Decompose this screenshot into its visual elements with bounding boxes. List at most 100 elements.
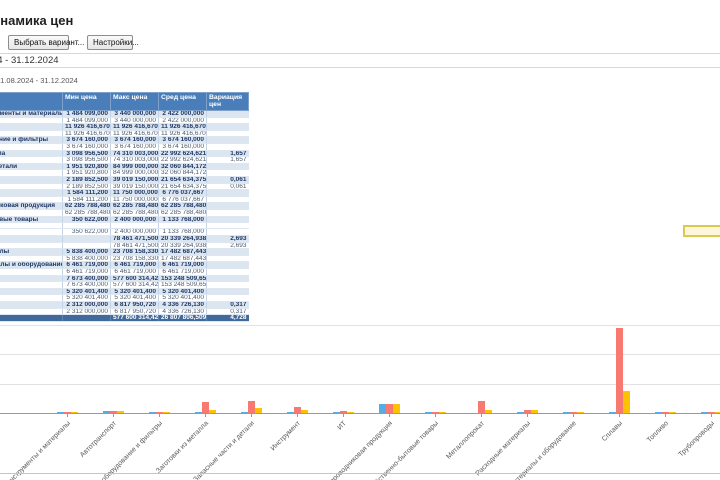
table-row[interactable]: Расходные материалы5 838 400,00023 708 1…	[0, 248, 249, 256]
table-cell	[206, 268, 249, 276]
bar-Сред цена[interactable]	[576, 411, 584, 413]
bar-Мин цена[interactable]	[56, 411, 64, 413]
bar-Сред цена[interactable]	[530, 410, 538, 413]
table-row[interactable]: 11 926 416,670 11 926 416,670 11 926 416,6…	[0, 130, 249, 138]
bar-Макс цена[interactable]	[385, 403, 393, 413]
column-header-max: Макс цена	[110, 92, 159, 111]
table-cell: 5 320 401,400	[62, 294, 111, 302]
table-row[interactable]: Весовое оборудование и фильтры3 674 160,…	[0, 136, 249, 144]
bar-Макс цена[interactable]	[431, 411, 439, 413]
table-row[interactable]: 6 461 719,000 6 461 719,000 6 461 719,000	[0, 268, 249, 276]
table-row[interactable]: Автотранспорт11 926 416,67011 926 416,67…	[0, 123, 249, 131]
highlighted-cell[interactable]	[683, 225, 720, 237]
page-title: Динамика цен	[0, 13, 74, 28]
bar-Сред цена[interactable]	[116, 411, 124, 413]
bar-Сред цена[interactable]	[346, 411, 354, 413]
table-row[interactable]: Топливо5 320 401,4005 320 401,4005 320 4…	[0, 288, 249, 296]
bar-Мин цена[interactable]	[700, 411, 708, 413]
period-caption: 01.08.2024 - 31.12.2024	[0, 76, 78, 85]
bar-Макс цена[interactable]	[661, 411, 669, 413]
bar-Сред цена[interactable]	[208, 409, 216, 413]
table-cell: 5 320 401,400	[110, 294, 159, 302]
bar-Сред цена[interactable]	[392, 403, 400, 413]
table-row[interactable]: Кабельно-проводниковая продукция62 285 7…	[0, 202, 249, 210]
table-row[interactable]: 3 098 956,500 74 310 003,000 22 992 624,62…	[0, 156, 249, 164]
bar-Макс цена[interactable]	[201, 402, 209, 413]
table-header-row: Мин цена Макс цена Сред цена Вариация це…	[0, 92, 249, 111]
select-variant-button[interactable]: Выбрать вариант...	[8, 35, 84, 50]
bar-Сред цена[interactable]	[714, 411, 720, 413]
table-row[interactable]: 5 320 401,400 5 320 401,400 5 320 401,400	[0, 294, 249, 302]
table-row[interactable]: 2 189 852,500 39 019 150,000 21 654 634,37…	[0, 183, 249, 191]
table-row[interactable]: 350 622,000 2 400 000,000 1 133 768,000	[0, 228, 249, 236]
table-row[interactable]: Заготовки из металла3 098 956,50074 310 …	[0, 150, 249, 158]
bar-Сред цена[interactable]	[70, 411, 78, 413]
table-row[interactable]: ИТ1 584 111,20011 750 000,0006 776 037,6…	[0, 189, 249, 197]
bar-Сред цена[interactable]	[622, 390, 630, 413]
table-cell: Запасные части и детали	[0, 163, 63, 171]
bar-Мин цена[interactable]	[378, 403, 386, 413]
bar-Мин цена[interactable]	[194, 411, 202, 413]
table-row[interactable]: Инструмент2 189 852,50039 019 150,00021 …	[0, 176, 249, 184]
bar-Макс цена[interactable]	[109, 411, 117, 413]
bar-Сред цена[interactable]	[254, 408, 262, 413]
bar-Мин цена[interactable]	[562, 411, 570, 413]
table-row[interactable]: 7 673 400,000 577 600 314,420 153 248 509,…	[0, 281, 249, 289]
table-cell: 2 400 000,000	[110, 228, 159, 236]
bar-Мин цена[interactable]	[286, 411, 294, 413]
bar-Макс цена[interactable]	[477, 401, 485, 413]
bar-Мин цена[interactable]	[240, 411, 248, 413]
table-cell: 62 285 788,480	[62, 202, 111, 210]
bar-Мин цена[interactable]	[608, 411, 616, 413]
bar-Макс цена[interactable]	[63, 411, 71, 413]
table-cell: 32 060 844,172	[158, 169, 207, 177]
table-cell	[206, 281, 249, 289]
table-row[interactable]: 5 838 400,000 23 708 158,330 17 482 687,44…	[0, 255, 249, 263]
table-row[interactable]: 78 461 471,500 20 339 264,938 2,693	[0, 242, 249, 250]
table-row[interactable]: Запасные части и детали1 951 920,80084 9…	[0, 163, 249, 171]
table-cell: 74 310 003,000	[110, 156, 159, 164]
bar-Макс цена[interactable]	[339, 411, 347, 413]
table-row[interactable]: 1 951 920,800 84 999 000,000 32 060 844,17…	[0, 169, 249, 177]
table-row[interactable]: Сплавы7 673 400,000577 600 314,420153 24…	[0, 275, 249, 283]
x-tick	[619, 414, 620, 417]
bar-Макс цена[interactable]	[247, 400, 255, 413]
bar-Макс цена[interactable]	[707, 411, 715, 413]
bar-Сред цена[interactable]	[484, 410, 492, 413]
table-row[interactable]: Трубопроводы2 312 000,0006 817 950,7204 …	[0, 301, 249, 309]
bar-Макс цена[interactable]	[293, 407, 301, 413]
bar-Сред цена[interactable]	[438, 411, 446, 413]
table-cell: Заготовки из металла	[0, 150, 63, 158]
bar-Мин цена[interactable]	[148, 411, 156, 413]
bar-Макс цена[interactable]	[523, 409, 531, 413]
table-row[interactable]: 1 484 099,000 3 440 000,000 2 422 000,000	[0, 117, 249, 125]
bar-Мин цена[interactable]	[654, 411, 662, 413]
table-row[interactable]: 62 285 788,480 62 285 788,480 62 285 788,4…	[0, 209, 249, 217]
table-row[interactable]: 2 312 000,000 6 817 950,720 4 336 726,130 0…	[0, 308, 249, 316]
bar-Сред цена[interactable]	[668, 411, 676, 413]
bar-Макс цена[interactable]	[569, 411, 577, 413]
table-cell: 4 336 726,130	[158, 301, 207, 309]
table-cell: 62 285 788,480	[110, 209, 159, 217]
table-cell	[0, 143, 63, 151]
table-row[interactable]: Абразивные инструменты и материалы1 484 …	[0, 110, 249, 118]
table-cell: 11 750 000,000	[110, 196, 159, 204]
table-row[interactable]: Сварочные материалы и оборудование6 461 …	[0, 261, 249, 269]
table-row[interactable]: Хозяйственно-бытовые товары350 622,0002 …	[0, 216, 249, 224]
table-row[interactable]: 3 674 160,000 3 674 160,000 3 674 160,000	[0, 143, 249, 151]
bar-Мин цена[interactable]	[332, 411, 340, 413]
bar-Сред цена[interactable]	[300, 409, 308, 413]
table-cell: 153 248 509,655	[158, 275, 207, 283]
table-cell	[0, 228, 63, 236]
bar-Макс цена[interactable]	[155, 411, 163, 413]
table-cell: 6 776 037,667	[158, 196, 207, 204]
table-row[interactable]: 1 584 111,200 11 750 000,000 6 776 037,667	[0, 196, 249, 204]
table-row[interactable]: Металлопрокат 78 461 471,50020 339 264,93…	[0, 235, 249, 243]
settings-button[interactable]: Настройки...	[87, 35, 139, 50]
bar-Сред цена[interactable]	[162, 411, 170, 413]
bar-Мин цена[interactable]	[424, 411, 432, 413]
bar-Мин цена[interactable]	[516, 411, 524, 413]
table-cell: 5 320 401,400	[158, 294, 207, 302]
bar-Мин цена[interactable]	[102, 411, 110, 413]
bar-Макс цена[interactable]	[615, 328, 623, 413]
